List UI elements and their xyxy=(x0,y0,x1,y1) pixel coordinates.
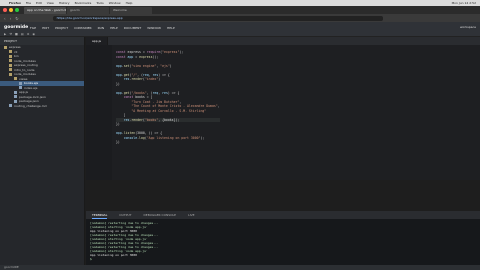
code-content[interactable]: const express = require("express"); const… xyxy=(116,50,220,149)
project-explorer: PROJECT express cli bin node_modules express… xyxy=(0,37,85,265)
tab-terminal[interactable]: TERMINAL xyxy=(92,211,108,219)
window-controls xyxy=(3,8,19,12)
tree-item-label: books.ejs xyxy=(24,81,39,85)
editor-tab-app-js[interactable]: app.js xyxy=(86,37,108,45)
tree-item-label: intro_to_node xyxy=(14,67,35,72)
tree-item-label: node_modules xyxy=(14,72,36,76)
status-bar: goormIDE xyxy=(0,265,480,270)
tree-item[interactable]: routing_challenge.md xyxy=(0,104,84,109)
browser-tab-3[interactable]: Welcome xyxy=(110,7,152,14)
file-icon xyxy=(9,104,12,107)
menu-run[interactable]: RUN xyxy=(98,26,105,30)
folder-icon xyxy=(14,77,17,80)
terminal-tabbar: TERMINAL OUTPUT DEBUGGER CONSOLE LIVE xyxy=(86,211,480,219)
browser-tab-1[interactable]: App on the Web - goorm IDE xyxy=(24,7,66,14)
tab-output[interactable]: OUTPUT xyxy=(119,211,131,219)
tree-item-label: cli xyxy=(14,49,18,54)
preview-icon[interactable]: ◉ xyxy=(32,32,35,36)
forward-icon[interactable]: › xyxy=(10,16,12,21)
folder-icon xyxy=(9,59,12,62)
file-icon xyxy=(14,95,17,98)
file-icon xyxy=(19,86,22,89)
file-icon xyxy=(14,99,17,103)
ide-menu: FILE EDIT PROJECT CONTAINER RUN HELP DOC… xyxy=(30,26,175,30)
folder-icon xyxy=(9,50,12,53)
menu-help[interactable]: HELP xyxy=(110,26,118,30)
tree-item-label: routing_challenge.md xyxy=(14,103,47,108)
ide-tools: ▶ ⚒ ■ ▤ ⚙ ◉ xyxy=(4,32,35,36)
ide-toolbar: goormide FILE EDIT PROJECT CONTAINER RUN… xyxy=(0,22,480,37)
folder-icon xyxy=(9,63,12,67)
build-icon[interactable]: ⚒ xyxy=(9,32,12,36)
workspace-label[interactable]: workspace xyxy=(460,25,476,29)
browser-addressbar: ‹ › ↻ https://ide.goorm.io/workspace/exp… xyxy=(0,14,480,22)
code-editor[interactable]: const express = require("express"); const… xyxy=(86,45,480,180)
minimize-window-icon[interactable] xyxy=(9,8,13,12)
tab-live[interactable]: LIVE xyxy=(188,211,195,219)
menu-project[interactable]: PROJECT xyxy=(55,26,68,30)
menu-window[interactable]: WINDOW xyxy=(147,26,161,30)
terminal-icon[interactable]: ▤ xyxy=(21,32,24,36)
code-line[interactable]: "A Meeting at Corvallo - S.M. Stirling" xyxy=(116,109,220,114)
folder-icon xyxy=(4,45,7,49)
code-line[interactable]: console.log("App listening on port 3000"… xyxy=(116,136,220,141)
tree-item-label: package-lock.json xyxy=(19,94,46,99)
folder-icon xyxy=(9,72,12,76)
tree-item-label: index.ejs xyxy=(24,85,38,90)
url-field[interactable]: https://ide.goorm.io/workspace/express-a… xyxy=(52,15,383,21)
editor-tabbar: app.js xyxy=(86,37,480,45)
explorer-title: PROJECT xyxy=(0,37,84,45)
tree-item-label: package.json xyxy=(19,99,39,103)
terminal-line: $ xyxy=(90,257,92,261)
debug-icon[interactable]: ⚙ xyxy=(27,32,30,36)
menu-help-2[interactable]: HELP xyxy=(167,26,175,30)
menu-edit[interactable]: EDIT xyxy=(42,26,49,30)
tree-item-label: express xyxy=(9,45,21,49)
terminal-panel[interactable]: [nodemon] restarting due to changes... [n… xyxy=(86,219,480,265)
back-icon[interactable]: ‹ xyxy=(4,16,6,21)
tree-item-label: views xyxy=(19,76,28,81)
menu-document[interactable]: DOCUMENT xyxy=(124,26,142,30)
reload-icon[interactable]: ↻ xyxy=(15,16,18,21)
browser-tabstrip: App on the Web - goorm IDE goorm Welcome xyxy=(0,6,480,14)
menu-file[interactable]: FILE xyxy=(30,26,36,30)
maximize-window-icon[interactable] xyxy=(15,8,19,12)
code-line[interactable] xyxy=(116,145,220,150)
folder-icon xyxy=(9,54,12,58)
tab-debugger[interactable]: DEBUGGER CONSOLE xyxy=(144,211,177,219)
folder-icon xyxy=(9,68,12,71)
tree-item-label: bin xyxy=(14,54,19,58)
tree-item-label: node_modules xyxy=(14,58,36,63)
file-icon xyxy=(19,81,22,85)
file-tree: express cli bin node_modules express_routing… xyxy=(0,45,84,108)
stop-icon[interactable]: ■ xyxy=(15,32,18,36)
close-window-icon[interactable] xyxy=(3,8,7,12)
file-icon xyxy=(14,90,17,94)
run-icon[interactable]: ▶ xyxy=(4,32,6,36)
line-gutter xyxy=(86,45,112,180)
tree-item-label: app.js xyxy=(19,90,28,94)
tree-item-label: express_routing xyxy=(14,63,38,67)
app-logo: goormide xyxy=(4,25,29,30)
menu-container[interactable]: CONTAINER xyxy=(74,26,91,30)
browser-tab-2[interactable]: goorm xyxy=(67,7,109,14)
